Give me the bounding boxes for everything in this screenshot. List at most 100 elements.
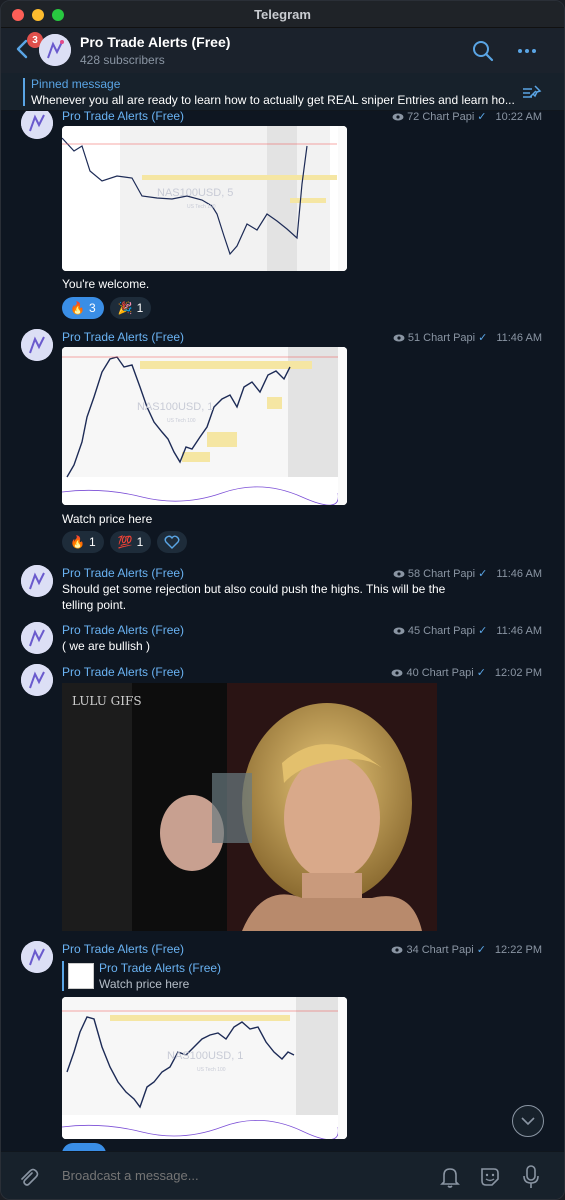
channel-avatar[interactable] — [39, 34, 71, 66]
sticker-icon — [481, 1168, 499, 1186]
microphone-icon — [523, 1165, 539, 1188]
chart-image[interactable]: NAS100USD, 1 US Tech 100 — [62, 347, 347, 505]
post-author: Chart Papi — [423, 331, 476, 344]
views-icon — [391, 946, 403, 953]
hundred-points-icon: 💯 — [117, 535, 133, 549]
chart-watermark: NAS100USD, 1 — [137, 401, 213, 413]
post-time: 10:22 AM — [495, 111, 542, 123]
sender-name[interactable]: Pro Trade Alerts (Free) — [62, 665, 184, 679]
attach-button[interactable] — [17, 1166, 39, 1188]
sender-avatar[interactable] — [21, 329, 53, 361]
chart-image[interactable]: NAS100USD, 5 US Tech 100 — [62, 126, 347, 271]
pinned-message-bar[interactable]: Pinned message Whenever you all are read… — [1, 73, 564, 111]
post-time: 11:46 AM — [496, 624, 542, 637]
app-title: Telegram — [254, 6, 311, 22]
reaction-count: 1 — [136, 301, 144, 315]
party-popper-icon: 🎉 — [117, 301, 133, 315]
check-icon: ✓ — [478, 625, 488, 637]
add-reaction-button[interactable] — [157, 531, 188, 553]
subscriber-count: 428 subscribers — [80, 53, 165, 67]
chart-watermark-sub: US Tech 100 — [167, 418, 196, 424]
reaction-count: 3 — [88, 301, 96, 315]
post-author: Chart Papi — [421, 666, 474, 679]
view-count: 34 — [406, 943, 419, 956]
fire-icon: 🔥 — [70, 301, 85, 315]
view-count: 45 — [407, 624, 421, 637]
view-count: 51 — [407, 331, 421, 344]
sender-name[interactable]: Pro Trade Alerts (Free) — [62, 942, 184, 956]
gif-media[interactable]: LULU GIFS — [62, 683, 437, 931]
reply-thumbnail — [68, 963, 94, 989]
check-icon: ✓ — [476, 944, 486, 956]
pin-list-icon — [523, 85, 542, 98]
message-input[interactable] — [62, 1168, 402, 1183]
reply-preview[interactable]: Pro Trade Alerts (Free) Watch price here — [62, 961, 232, 991]
fire-icon: 🔥 — [70, 535, 85, 549]
post-time: 11:46 AM — [496, 331, 542, 344]
sticker-button[interactable] — [478, 1165, 502, 1189]
message-meta: 58 Chart Papi ✓ 11:46 AM — [393, 567, 542, 580]
reply-sender: Pro Trade Alerts (Free) — [99, 961, 222, 975]
pinned-label: Pinned message — [31, 77, 121, 91]
channel-info[interactable]: Pro Trade Alerts (Free) 428 subscribers — [80, 34, 230, 67]
title-bar: Telegram — [1, 1, 564, 28]
heart-outline-icon — [164, 535, 180, 549]
reactions: 🔥 3 🎉 1 — [62, 297, 152, 319]
sender-name[interactable]: Pro Trade Alerts (Free) — [62, 623, 184, 637]
reaction-fire[interactable]: 🔥 3 — [62, 297, 104, 319]
message-feed[interactable]: Pro Trade Alerts (Free) 72 Chart Papi ✓ … — [1, 111, 564, 1151]
reaction-party[interactable]: 🎉 1 — [109, 297, 152, 319]
gif-watermark: LULU GIFS — [72, 694, 142, 708]
reaction-fire[interactable]: 🔥 1 — [62, 531, 104, 553]
telegram-window: Telegram 3 Pro Trade Alerts (Free) 428 s… — [0, 0, 565, 1200]
sender-avatar[interactable] — [21, 622, 53, 654]
voice-message-button[interactable] — [522, 1164, 540, 1190]
reaction-fire[interactable] — [62, 1143, 106, 1151]
close-window-button[interactable] — [12, 9, 24, 21]
message-text: You're welcome. — [62, 277, 150, 291]
chart-watermark-sub: US Tech 100 — [187, 204, 216, 210]
views-icon — [393, 334, 405, 341]
views-icon — [391, 669, 403, 676]
post-author: Chart Papi — [423, 624, 476, 637]
post-author: Chart Papi — [422, 111, 475, 123]
channel-name: Pro Trade Alerts (Free) — [80, 34, 231, 50]
search-icon — [473, 41, 494, 62]
more-icon — [518, 49, 522, 53]
reaction-count: 1 — [136, 535, 144, 549]
sender-name[interactable]: Pro Trade Alerts (Free) — [62, 566, 184, 580]
view-count: 40 — [406, 666, 419, 679]
reply-text: Watch price here — [99, 977, 190, 991]
composer — [1, 1151, 564, 1199]
post-time: 12:02 PM — [494, 666, 542, 679]
post-author: Chart Papi — [421, 943, 474, 956]
check-icon: ✓ — [478, 568, 488, 580]
message-meta: 40 Chart Papi ✓ 12:02 PM — [391, 666, 542, 679]
views-icon — [393, 627, 405, 634]
message-text: ( we are bullish ) — [62, 639, 151, 653]
pinned-list-button[interactable] — [522, 83, 542, 101]
zoom-window-button[interactable] — [52, 9, 64, 21]
more-button[interactable] — [518, 40, 540, 62]
check-icon: ✓ — [477, 111, 487, 123]
chart-watermark: NAS100USD, 5 — [157, 187, 233, 199]
message-meta: 51 Chart Papi ✓ 11:46 AM — [393, 331, 542, 344]
check-icon: ✓ — [476, 667, 486, 679]
message-meta: 34 Chart Papi ✓ 12:22 PM — [391, 943, 542, 956]
bell-icon — [440, 1168, 460, 1188]
scroll-to-bottom-button[interactable] — [512, 1105, 544, 1137]
paperclip-icon — [21, 1168, 39, 1186]
sender-avatar[interactable] — [21, 111, 53, 139]
sender-avatar[interactable] — [21, 941, 53, 973]
chat-header: 3 Pro Trade Alerts (Free) 428 subscriber… — [1, 28, 564, 73]
message-text: Should get some rejection but also could… — [62, 582, 446, 612]
reaction-hundred[interactable]: 💯 1 — [109, 531, 152, 553]
sender-avatar[interactable] — [21, 565, 53, 597]
notifications-button[interactable] — [439, 1165, 461, 1189]
chart-image[interactable]: NAS100USD, 1 US Tech 100 — [62, 997, 347, 1139]
minimize-window-button[interactable] — [32, 9, 44, 21]
sender-avatar[interactable] — [21, 664, 53, 696]
sender-name[interactable]: Pro Trade Alerts (Free) — [62, 330, 184, 344]
sender-name[interactable]: Pro Trade Alerts (Free) — [62, 111, 184, 123]
search-button[interactable] — [472, 40, 494, 62]
